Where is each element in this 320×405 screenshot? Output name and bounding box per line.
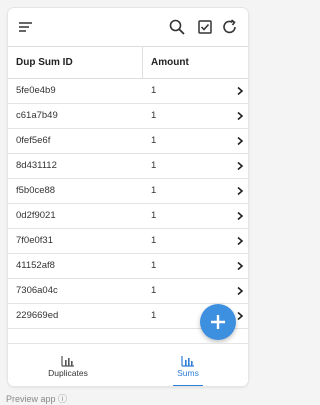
row-dup-sum-id: 8d431112 xyxy=(16,160,57,171)
row-dup-sum-id: 5fe0e4b9 xyxy=(16,85,56,96)
row-amount: 1 xyxy=(151,260,157,271)
table-row[interactable]: c61a7b49 1 xyxy=(8,104,248,129)
chevron-right-icon[interactable] xyxy=(236,136,244,146)
row-dup-sum-id: 229669ed xyxy=(16,310,59,321)
chevron-right-icon[interactable] xyxy=(236,286,244,296)
chevron-right-icon[interactable] xyxy=(236,211,244,221)
row-amount: 1 xyxy=(151,310,157,321)
row-amount: 1 xyxy=(151,185,157,196)
table-row[interactable]: 5fe0e4b9 1 xyxy=(8,79,248,104)
table-row[interactable]: 7f0e0f31 1 xyxy=(8,229,248,254)
bottom-nav: Duplicates Sums xyxy=(8,343,248,386)
checkbox-icon[interactable] xyxy=(196,18,214,36)
row-amount: 1 xyxy=(151,135,157,146)
row-dup-sum-id: f5b0ce88 xyxy=(16,185,56,196)
chevron-right-icon[interactable] xyxy=(236,261,244,271)
table-header: Dup Sum ID Amount xyxy=(8,46,248,79)
row-dup-sum-id: 0fef5e6f xyxy=(16,135,51,146)
table-row[interactable]: 0d2f9021 1 xyxy=(8,204,248,229)
row-dup-sum-id: 7306a04c xyxy=(16,285,58,296)
active-tab-indicator xyxy=(173,385,203,386)
nav-label-sums: Sums xyxy=(177,368,199,378)
app-frame: Dup Sum ID Amount 5fe0e4b9 1 c61a7b49 1 0fef… xyxy=(8,8,248,386)
table-row[interactable]: 41152af8 1 xyxy=(8,254,248,279)
toolbar xyxy=(8,8,248,46)
row-amount: 1 xyxy=(151,110,157,121)
row-amount: 1 xyxy=(151,85,157,96)
row-dup-sum-id: 0d2f9021 xyxy=(16,210,56,221)
bar-chart-icon xyxy=(61,354,75,367)
row-amount: 1 xyxy=(151,285,157,296)
chevron-right-icon[interactable] xyxy=(236,186,244,196)
table-row[interactable]: 7306a04c 1 xyxy=(8,279,248,304)
sums-table: Dup Sum ID Amount 5fe0e4b9 1 c61a7b49 1 0fef… xyxy=(8,46,248,329)
row-dup-sum-id: 41152af8 xyxy=(16,260,55,271)
nav-item-duplicates[interactable]: Duplicates xyxy=(8,344,128,386)
row-amount: 1 xyxy=(151,235,157,246)
chevron-right-icon[interactable] xyxy=(236,86,244,96)
column-header-dup-sum-id[interactable]: Dup Sum ID xyxy=(16,47,73,78)
row-dup-sum-id: 7f0e0f31 xyxy=(16,235,53,246)
table-row[interactable]: 0fef5e6f 1 xyxy=(8,129,248,154)
row-amount: 1 xyxy=(151,160,157,171)
column-divider xyxy=(142,47,143,78)
preview-caption: Preview app ⓘ xyxy=(6,394,68,404)
chevron-right-icon[interactable] xyxy=(236,111,244,121)
search-icon[interactable] xyxy=(168,18,186,36)
column-header-amount[interactable]: Amount xyxy=(151,47,189,78)
nav-item-sums[interactable]: Sums xyxy=(128,344,248,386)
menu-icon[interactable] xyxy=(17,18,35,36)
table-row[interactable]: 8d431112 1 xyxy=(8,154,248,179)
table-body: 5fe0e4b9 1 c61a7b49 1 0fef5e6f 1 8d431112 1 f5b0… xyxy=(8,79,248,329)
row-dup-sum-id: c61a7b49 xyxy=(16,110,58,121)
add-button[interactable] xyxy=(200,304,236,340)
refresh-icon[interactable] xyxy=(221,18,239,36)
nav-label-duplicates: Duplicates xyxy=(48,368,88,378)
row-amount: 1 xyxy=(151,210,157,221)
bar-chart-icon xyxy=(181,354,195,367)
chevron-right-icon[interactable] xyxy=(236,161,244,171)
chevron-right-icon[interactable] xyxy=(236,236,244,246)
table-row[interactable]: f5b0ce88 1 xyxy=(8,179,248,204)
chevron-right-icon[interactable] xyxy=(236,311,244,321)
plus-icon xyxy=(211,315,225,329)
